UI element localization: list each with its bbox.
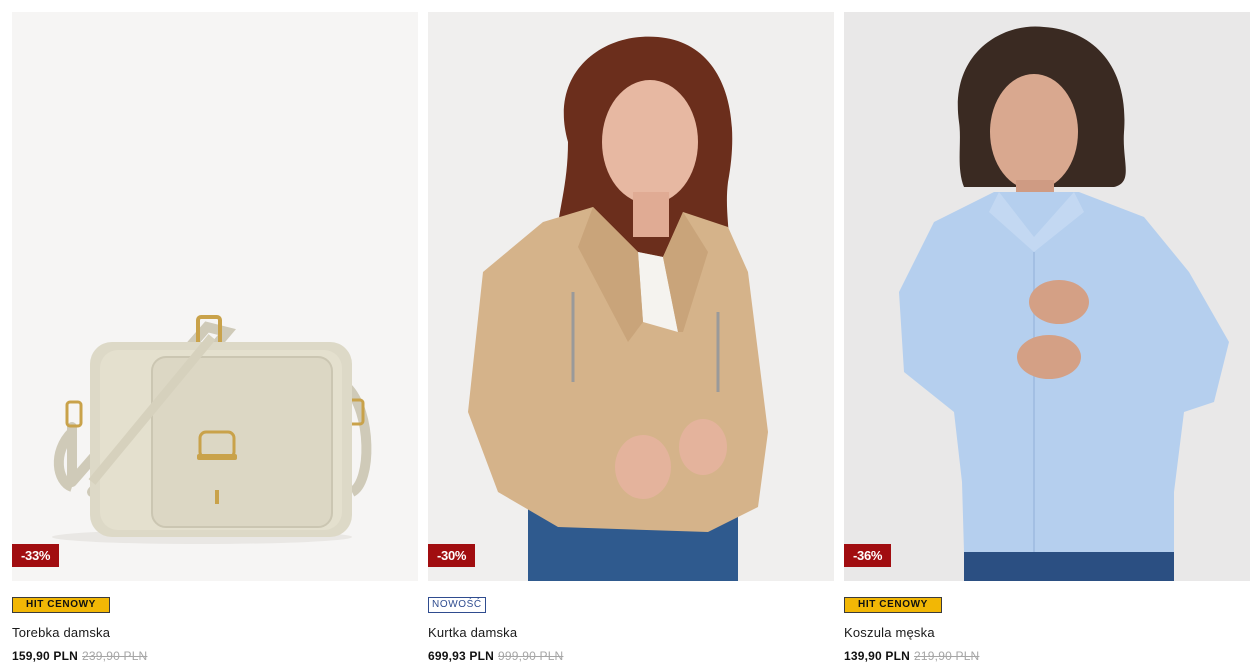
product-image[interactable]: -30% [428, 12, 834, 581]
price-row: 139,90 PLN 219,90 PLN [844, 649, 1250, 663]
price-hit-badge: HIT CENOWY [12, 597, 110, 613]
price-row: 159,90 PLN 239,90 PLN [12, 649, 418, 663]
current-price: 159,90 PLN [12, 649, 79, 663]
current-price: 699,93 PLN [428, 649, 495, 663]
product-image[interactable]: -36% [844, 12, 1250, 581]
discount-badge: -30% [428, 544, 476, 567]
old-price: 219,90 PLN [914, 649, 980, 663]
product-name[interactable]: Torebka damska [12, 625, 418, 641]
product-card[interactable]: -30% NOWOŚĆ Kurtka damska 699,93 PLN 999,… [428, 12, 834, 663]
old-price: 999,90 PLN [498, 649, 564, 663]
jacket-photo [428, 12, 834, 581]
product-grid: -33% HIT CENOWY Torebka damska 159,90 PL… [12, 12, 1250, 663]
shirt-photo [844, 12, 1250, 581]
discount-badge: -33% [12, 544, 60, 567]
product-card[interactable]: -36% HIT CENOWY Koszula męska 139,90 PLN… [844, 12, 1250, 663]
price-row: 699,93 PLN 999,90 PLN [428, 649, 834, 663]
bag-photo [12, 12, 418, 581]
price-hit-badge: HIT CENOWY [844, 597, 942, 613]
new-badge: NOWOŚĆ [428, 597, 486, 613]
discount-badge: -36% [844, 544, 892, 567]
product-image[interactable]: -33% [12, 12, 418, 581]
old-price: 239,90 PLN [82, 649, 148, 663]
product-card[interactable]: -33% HIT CENOWY Torebka damska 159,90 PL… [12, 12, 418, 663]
current-price: 139,90 PLN [844, 649, 911, 663]
product-name[interactable]: Kurtka damska [428, 625, 834, 641]
product-name[interactable]: Koszula męska [844, 625, 1250, 641]
